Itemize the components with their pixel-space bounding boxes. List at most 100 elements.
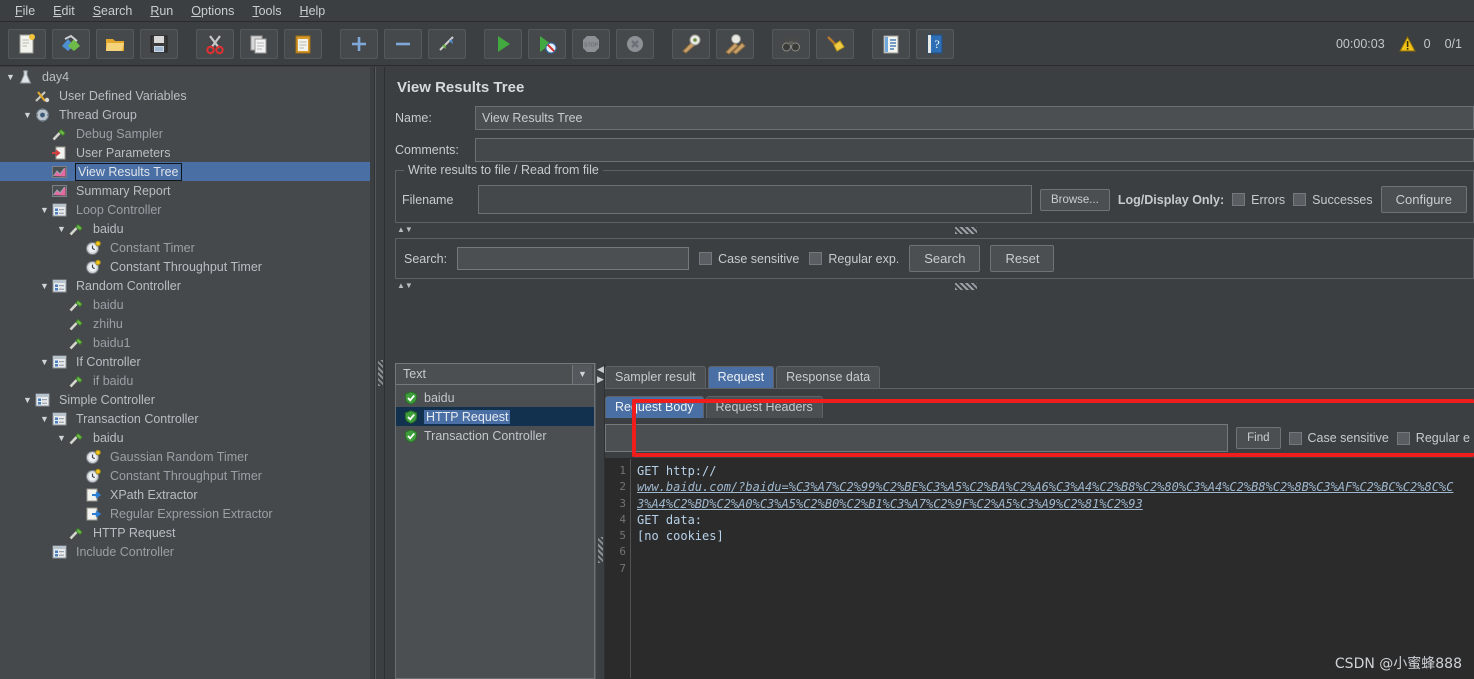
- tree-node-transaction-controller[interactable]: ▼ Transaction Controller: [0, 409, 374, 428]
- browse-button[interactable]: Browse...: [1039, 188, 1110, 211]
- tree-twisty-expanded-icon[interactable]: ▼: [21, 395, 34, 405]
- menu-help[interactable]: Help: [291, 2, 335, 20]
- menu-search[interactable]: Search: [84, 2, 142, 20]
- tree-twisty-expanded-icon[interactable]: ▼: [38, 281, 51, 291]
- find-regex-checkbox[interactable]: [1396, 431, 1410, 445]
- search-case-sensitive-wrap[interactable]: Case sensitive: [699, 252, 799, 266]
- tree-node-regular-expression-extractor[interactable]: Regular Expression Extractor: [0, 504, 374, 523]
- function-helper-icon[interactable]: [872, 28, 910, 59]
- collapse-minus-icon[interactable]: [384, 28, 422, 59]
- tree-node-random-controller[interactable]: ▼ Random Controller: [0, 276, 374, 295]
- templates-icon[interactable]: [52, 28, 90, 59]
- tree-node-baidu1[interactable]: baidu1: [0, 333, 374, 352]
- tree-node-debug-sampler[interactable]: Debug Sampler: [0, 124, 374, 143]
- tree-twisty-expanded-icon[interactable]: ▼: [38, 205, 51, 215]
- tab-sampler-result[interactable]: Sampler result: [605, 366, 706, 388]
- tab-request-body[interactable]: Request Body: [605, 396, 704, 418]
- tree-node-zhihu[interactable]: zhihu: [0, 314, 374, 333]
- menu-tools[interactable]: Tools: [243, 2, 290, 20]
- clear-all-icon[interactable]: [716, 28, 754, 59]
- tree-node-day4[interactable]: ▼ day4: [0, 67, 374, 86]
- chevron-down-icon[interactable]: ▼: [572, 364, 592, 384]
- tree-twisty-expanded-icon[interactable]: ▼: [38, 357, 51, 367]
- tree-twisty-expanded-icon[interactable]: ▼: [55, 433, 68, 443]
- tree-node-constant-throughput-timer[interactable]: Constant Throughput Timer: [0, 466, 374, 485]
- tab-request[interactable]: Request: [707, 366, 775, 388]
- start-play-icon[interactable]: [484, 28, 522, 59]
- tree-node-if-baidu[interactable]: if baidu: [0, 371, 374, 390]
- tree-node-constant-timer[interactable]: Constant Timer: [0, 238, 374, 257]
- tree-twisty-expanded-icon[interactable]: ▼: [21, 110, 34, 120]
- tree-node-include-controller[interactable]: Include Controller: [0, 542, 374, 561]
- tree-twisty-expanded-icon[interactable]: ▼: [4, 72, 17, 82]
- warning-indicator[interactable]: 0: [1398, 36, 1431, 52]
- request-body-editor[interactable]: 1 2 3 4 5 6 7 GET http:// www.baidu.com/?baidu=…: [605, 458, 1474, 679]
- clear-icon[interactable]: [672, 28, 710, 59]
- horizontal-splitter-bottom[interactable]: ▲▼: [395, 281, 1474, 292]
- name-input[interactable]: [475, 106, 1474, 130]
- tree-node-baidu[interactable]: ▼ baidu: [0, 428, 374, 447]
- tree-node-gaussian-random-timer[interactable]: Gaussian Random Timer: [0, 447, 374, 466]
- tree-node-baidu[interactable]: ▼ baidu: [0, 219, 374, 238]
- tree-node-thread-group[interactable]: ▼ Thread Group: [0, 105, 374, 124]
- result-list-item[interactable]: HTTP Request: [396, 407, 594, 426]
- find-button[interactable]: Find: [1236, 427, 1281, 449]
- result-list-item[interactable]: Transaction Controller: [396, 426, 594, 445]
- result-list-item[interactable]: baidu: [396, 388, 594, 407]
- tree-node-user-defined-variables[interactable]: User Defined Variables: [0, 86, 374, 105]
- find-regex-wrap[interactable]: Regular e: [1396, 431, 1470, 445]
- request-body-text[interactable]: GET http:// www.baidu.com/?baidu=%C3%A7%C…: [631, 459, 1473, 678]
- find-case-sensitive-checkbox[interactable]: [1288, 431, 1302, 445]
- menu-run[interactable]: Run: [141, 2, 182, 20]
- results-splitter[interactable]: ◀ ▶: [595, 363, 605, 679]
- search-regex-wrap[interactable]: Regular exp.: [809, 252, 899, 266]
- splitter-left-arrow-icon[interactable]: ◀: [597, 365, 604, 374]
- copy-icon[interactable]: [240, 28, 278, 59]
- successes-checkbox[interactable]: [1293, 193, 1307, 206]
- new-document-icon[interactable]: [8, 28, 46, 59]
- help-question-icon[interactable]: ?: [916, 28, 954, 59]
- errors-checkbox[interactable]: [1232, 193, 1246, 206]
- tree-node-user-parameters[interactable]: User Parameters: [0, 143, 374, 162]
- tree-node-if-controller[interactable]: ▼ If Controller: [0, 352, 374, 371]
- tree-twisty-expanded-icon[interactable]: ▼: [55, 224, 68, 234]
- expand-plus-icon[interactable]: [340, 28, 378, 59]
- results-tree-list[interactable]: baidu HTTP Request Transaction Controller: [395, 385, 595, 679]
- search-regex-checkbox[interactable]: [809, 252, 823, 265]
- find-input[interactable]: [605, 424, 1229, 452]
- menu-file[interactable]: File: [6, 2, 44, 20]
- start-no-timers-icon[interactable]: [528, 28, 566, 59]
- paste-clipboard-icon[interactable]: [284, 28, 322, 59]
- search-binoculars-icon[interactable]: [772, 28, 810, 59]
- errors-checkbox-wrap[interactable]: Errors: [1232, 193, 1285, 207]
- reset-button[interactable]: Reset: [990, 245, 1055, 272]
- save-floppy-icon[interactable]: [140, 28, 178, 59]
- open-folder-icon[interactable]: [96, 28, 134, 59]
- search-button[interactable]: Search: [909, 245, 981, 272]
- splitter-right-arrow-icon[interactable]: ▶: [597, 375, 604, 384]
- stop-icon[interactable]: STOP: [572, 28, 610, 59]
- menu-options[interactable]: Options: [182, 2, 243, 20]
- search-case-sensitive-checkbox[interactable]: [699, 252, 713, 265]
- tree-node-view-results-tree[interactable]: View Results Tree: [0, 162, 374, 181]
- horizontal-splitter-top[interactable]: ▲▼: [395, 225, 1474, 236]
- test-plan-tree[interactable]: ▼ day4 User Defined Variables ▼ Thread Group…: [0, 67, 375, 679]
- tab-response-data[interactable]: Response data: [776, 366, 881, 388]
- vertical-splitter[interactable]: [375, 67, 385, 679]
- filename-input[interactable]: [478, 185, 1032, 214]
- reset-search-broom-icon[interactable]: [816, 28, 854, 59]
- successes-checkbox-wrap[interactable]: Successes: [1293, 193, 1373, 207]
- tab-request-headers[interactable]: Request Headers: [705, 396, 823, 418]
- shutdown-icon[interactable]: [616, 28, 654, 59]
- tree-node-http-request[interactable]: HTTP Request: [0, 523, 374, 542]
- tree-scroll-strip[interactable]: [370, 67, 374, 679]
- find-case-sensitive-wrap[interactable]: Case sensitive: [1288, 431, 1389, 445]
- cut-scissors-icon[interactable]: [196, 28, 234, 59]
- tree-node-loop-controller[interactable]: ▼ Loop Controller: [0, 200, 374, 219]
- configure-button[interactable]: Configure: [1380, 186, 1467, 213]
- tree-twisty-expanded-icon[interactable]: ▼: [38, 414, 51, 424]
- comments-input[interactable]: [475, 138, 1474, 162]
- tree-node-summary-report[interactable]: Summary Report: [0, 181, 374, 200]
- tree-node-xpath-extractor[interactable]: XPath Extractor: [0, 485, 374, 504]
- tree-node-constant-throughput-timer[interactable]: Constant Throughput Timer: [0, 257, 374, 276]
